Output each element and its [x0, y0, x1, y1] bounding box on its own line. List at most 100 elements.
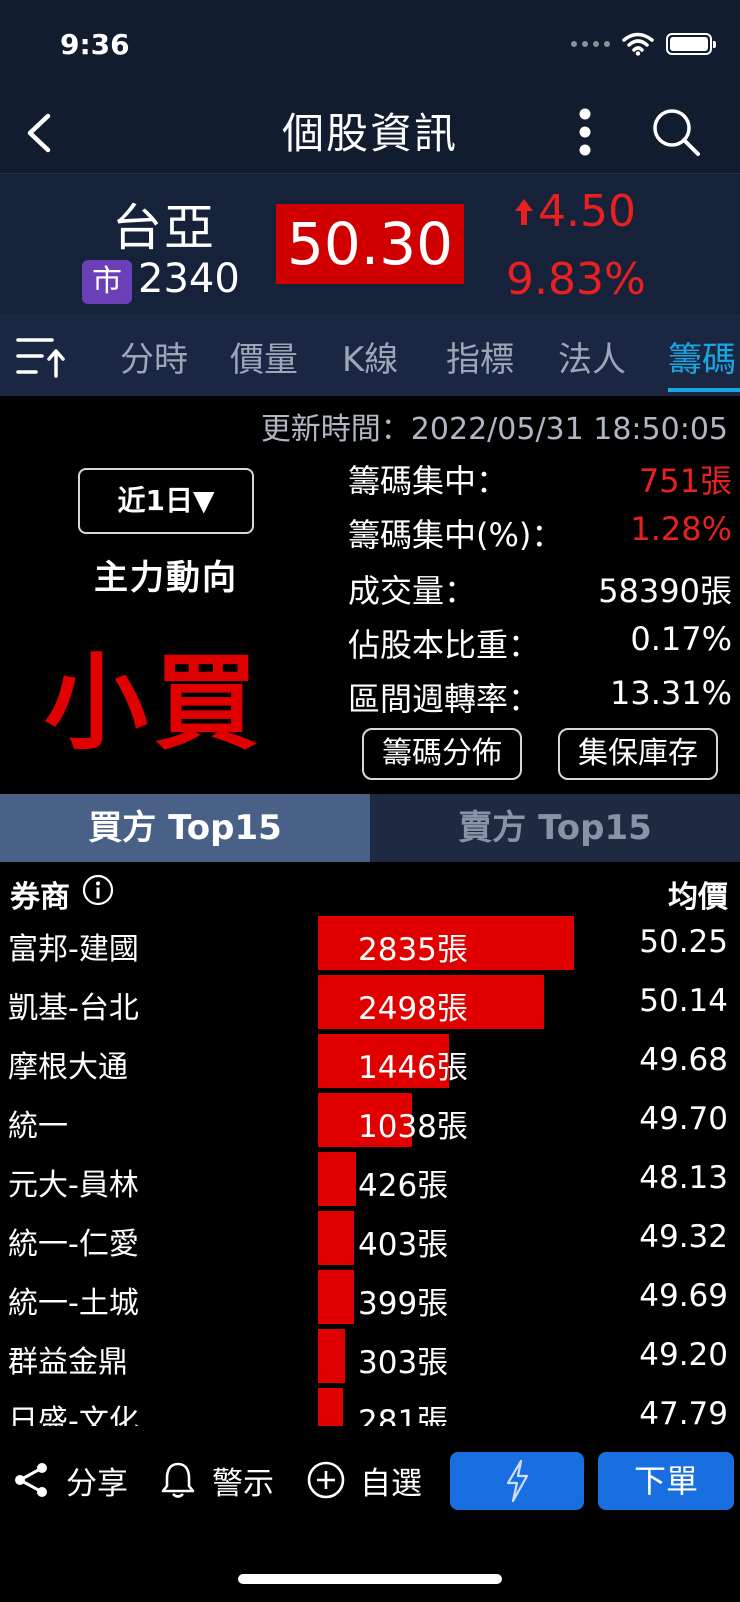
broker-list[interactable]: 券商 均價 富邦-建國 2835張 50.25 凱基-台北 2498張 50.14 摩根大通…	[0, 862, 740, 1426]
status-time: 9:36	[60, 28, 130, 61]
more-vertical-icon[interactable]	[570, 102, 600, 162]
bottom-toolbar: 分享 警示 自選 下單	[0, 1426, 740, 1602]
broker-quantity: 403張	[358, 1227, 449, 1263]
broker-avg-price: 47.79	[639, 1396, 728, 1426]
share-button[interactable]: 分享	[12, 1452, 128, 1508]
arrow-up-icon	[515, 198, 533, 225]
broker-rows: 富邦-建國 2835張 50.25 凱基-台北 2498張 50.14 摩根大通 1446張 4…	[0, 914, 740, 1426]
broker-avg-price: 49.32	[639, 1219, 728, 1255]
tab-minute[interactable]: 分時	[120, 332, 188, 381]
volume-bar	[318, 1270, 354, 1324]
table-row[interactable]: 統一-仁愛 403張 49.32	[0, 1209, 740, 1268]
column-broker: 券商	[10, 880, 70, 915]
share-label: 分享	[66, 1465, 128, 1502]
add-watchlist-button[interactable]: 自選	[306, 1452, 422, 1508]
change-value: 4.50	[538, 186, 636, 237]
broker-avg-price: 50.14	[639, 983, 728, 1019]
tab-bar: 分時 價量 K線 指標 法人 籌碼	[0, 314, 740, 396]
broker-name: 元大-員林	[8, 1168, 139, 1203]
main-force-label: 主力動向	[94, 558, 238, 598]
change-percent: 9.83%	[506, 254, 646, 305]
seller-top15-tab[interactable]: 賣方 Top15	[370, 794, 740, 862]
broker-quantity: 2835張	[358, 932, 468, 968]
table-row[interactable]: 日盛-文化 281張 47.79	[0, 1386, 740, 1426]
chip-distribution-button[interactable]: 籌碼分佈	[362, 728, 522, 780]
stat-value: 58390張	[598, 572, 732, 610]
market-badge: 市	[82, 260, 132, 304]
tab-kline[interactable]: K線	[342, 332, 398, 381]
alert-label: 警示	[212, 1465, 274, 1502]
list-header: 券商 均價	[0, 862, 740, 915]
table-row[interactable]: 元大-員林 426張 48.13	[0, 1150, 740, 1209]
stock-price: 50.30	[286, 210, 454, 278]
broker-name: 統一-土城	[8, 1286, 139, 1321]
stat-value: 13.31%	[609, 674, 732, 712]
table-row[interactable]: 群益金鼎 303張 49.20	[0, 1327, 740, 1386]
watchlist-label: 自選	[360, 1465, 422, 1502]
broker-quantity: 2498張	[358, 991, 468, 1027]
stat-value: 1.28%	[630, 510, 732, 548]
broker-avg-price: 50.25	[639, 924, 728, 960]
stat-row: 籌碼集中(%)： 1.28%	[348, 506, 732, 556]
status-bar: 9:36	[0, 0, 740, 92]
period-dropdown[interactable]: 近1日▼	[78, 468, 254, 534]
volume-bar	[318, 1152, 356, 1206]
home-indicator[interactable]	[238, 1574, 502, 1584]
custody-inventory-button[interactable]: 集保庫存	[558, 728, 718, 780]
broker-avg-price: 49.68	[639, 1042, 728, 1078]
table-row[interactable]: 摩根大通 1446張 49.68	[0, 1032, 740, 1091]
tab-institutional[interactable]: 法人	[558, 332, 626, 381]
page-title: 個股資訊	[281, 109, 458, 158]
broker-quantity: 1038張	[358, 1109, 468, 1145]
broker-name: 凱基-台北	[8, 991, 139, 1026]
sort-icon[interactable]	[14, 332, 66, 380]
share-icon	[15, 1463, 47, 1497]
broker-avg-price: 49.69	[639, 1278, 728, 1314]
chips-summary-panel: 更新時間：2022/05/31 18:50:05 近1日▼ 主力動向 小買 籌碼…	[0, 396, 740, 794]
nav-bar: 個股資訊	[0, 92, 740, 174]
place-order-button[interactable]: 下單	[598, 1452, 734, 1510]
stat-label: 成交量：	[348, 572, 477, 610]
volume-bar	[318, 1211, 354, 1265]
stock-code: 2340	[138, 256, 240, 302]
signal-icon	[571, 41, 610, 47]
broker-name: 群益金鼎	[8, 1345, 128, 1380]
stat-value: 751張	[638, 462, 732, 500]
add-circle-icon	[307, 1461, 345, 1499]
stat-label: 佔股本比重：	[348, 626, 541, 664]
bell-icon	[161, 1462, 195, 1498]
tab-price-volume[interactable]: 價量	[230, 332, 298, 381]
broker-avg-price: 49.20	[639, 1337, 728, 1373]
stat-label: 籌碼集中(%)：	[348, 516, 564, 554]
quick-order-button[interactable]	[450, 1452, 584, 1510]
broker-quantity: 303張	[358, 1345, 449, 1381]
broker-quantity: 1446張	[358, 1050, 468, 1086]
table-row[interactable]: 統一 1038張 49.70	[0, 1091, 740, 1150]
stat-row: 區間週轉率： 13.31%	[348, 670, 732, 720]
stat-row: 佔股本比重： 0.17%	[348, 616, 732, 666]
tab-chips[interactable]: 籌碼	[668, 332, 736, 381]
broker-avg-price: 48.13	[639, 1160, 728, 1196]
status-indicators	[571, 32, 716, 56]
stat-row: 籌碼集中： 751張	[348, 452, 732, 502]
lightning-icon	[506, 1459, 529, 1503]
active-tab-indicator	[668, 388, 740, 392]
broker-name: 統一	[8, 1109, 68, 1144]
search-icon[interactable]	[648, 104, 704, 160]
quote-header: 台亞 市 2340 50.30 4.50 9.83%	[0, 174, 740, 314]
buyer-top15-tab[interactable]: 買方 Top15	[0, 794, 370, 862]
broker-quantity: 281張	[358, 1404, 449, 1426]
info-icon[interactable]	[82, 874, 114, 906]
wifi-icon	[622, 32, 654, 56]
alert-button[interactable]: 警示	[158, 1452, 274, 1508]
broker-name: 摩根大通	[8, 1050, 128, 1085]
tab-indicator[interactable]: 指標	[446, 332, 514, 381]
stat-row: 成交量： 58390張	[348, 562, 732, 612]
table-row[interactable]: 統一-土城 399張 49.69	[0, 1268, 740, 1327]
stat-value: 0.17%	[630, 620, 732, 658]
stock-name: 台亞	[112, 199, 216, 257]
buy-sell-segment: 買方 Top15 賣方 Top15	[0, 794, 740, 862]
table-row[interactable]: 富邦-建國 2835張 50.25	[0, 914, 740, 973]
main-force-direction: 小買	[44, 642, 265, 764]
table-row[interactable]: 凱基-台北 2498張 50.14	[0, 973, 740, 1032]
